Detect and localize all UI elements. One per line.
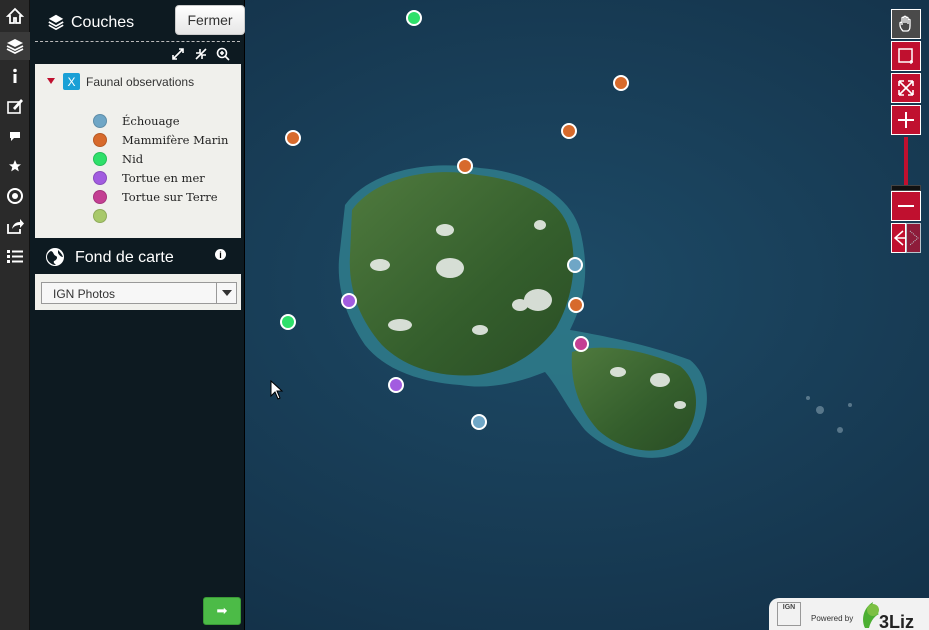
legend-label: Échouage (122, 114, 180, 128)
map-marker[interactable] (388, 377, 404, 393)
list-icon[interactable] (0, 242, 30, 270)
legend-item: Nid (93, 150, 143, 168)
basemap-header: Fond de carte i (35, 242, 241, 272)
map-marker[interactable] (568, 297, 584, 313)
map-marker[interactable] (573, 336, 589, 352)
home-icon[interactable] (0, 2, 30, 30)
layers-panel: Couches Fermer X Faunal observations Éch… (30, 0, 245, 630)
legend-label: Nid (122, 152, 144, 166)
legend-swatch-icon (93, 152, 107, 166)
close-button[interactable]: Fermer (175, 5, 245, 35)
star-icon[interactable] (0, 152, 30, 180)
share-icon[interactable] (0, 212, 30, 240)
layers-panel-header: Couches Fermer (35, 0, 245, 42)
ign-logo: IGN (777, 602, 801, 626)
info-icon[interactable]: i (215, 249, 226, 260)
layer-tree: X Faunal observations Échouage Mammifère … (35, 64, 241, 238)
full-extent-icon (898, 80, 914, 96)
layers-icon (48, 14, 64, 31)
layer-name[interactable]: Faunal observations (86, 75, 194, 89)
comment-icon[interactable] (0, 122, 30, 150)
hand-icon (899, 15, 911, 32)
collapse-all-icon[interactable] (193, 46, 209, 62)
legend-item: Tortue sur Terre (93, 188, 218, 206)
zoom-in-button[interactable] (891, 105, 921, 135)
arrow-right-icon (909, 230, 919, 246)
info-icon[interactable] (0, 62, 30, 90)
map-marker[interactable] (406, 10, 422, 26)
layers-panel-title: Couches (71, 14, 135, 31)
map-marker[interactable] (613, 75, 629, 91)
legend-item: Tortue en mer (93, 169, 205, 187)
layers-icon[interactable] (0, 32, 30, 60)
map-marker[interactable] (561, 123, 577, 139)
globe-icon (46, 248, 64, 266)
legend-item: Échouage (93, 112, 180, 130)
3liz-brand-text: 3Liz (879, 612, 914, 630)
tree-toolbar (35, 44, 240, 64)
legend-swatch-icon (93, 209, 107, 223)
legend-swatch-icon (93, 171, 107, 185)
basemap-selected-value: IGN Photos (53, 287, 116, 301)
map-marker[interactable] (457, 158, 473, 174)
legend-item: Mammifère Marin (93, 131, 228, 149)
pan-button[interactable] (891, 9, 921, 39)
zoom-slider-track[interactable] (904, 137, 908, 187)
legend-label: Tortue sur Terre (122, 190, 218, 204)
next-view-button[interactable] (906, 223, 921, 253)
basemap-title: Fond de carte (75, 249, 174, 266)
plus-icon (898, 112, 914, 128)
zoom-box-button[interactable] (891, 41, 921, 71)
attribution: IGN Powered by 3Liz (769, 598, 929, 630)
legend-swatch-icon (93, 190, 107, 204)
locate-icon[interactable] (0, 182, 30, 210)
map-marker[interactable] (341, 293, 357, 309)
legend-label: Mammifère Marin (122, 133, 229, 147)
left-icon-bar (0, 0, 30, 630)
basemap-box: IGN Photos (35, 274, 241, 310)
legend-item (93, 207, 122, 225)
legend-swatch-icon (93, 114, 107, 128)
go-button[interactable]: ➡ (203, 597, 241, 625)
basemap-select[interactable]: IGN Photos (41, 282, 237, 304)
layer-visibility-checkbox[interactable]: X (63, 73, 80, 90)
zoom-fullextent-button[interactable] (891, 73, 921, 103)
arrow-left-icon (893, 230, 905, 246)
dropdown-arrow-icon[interactable] (216, 283, 236, 303)
zoom-to-layer-icon[interactable] (215, 46, 231, 62)
zoom-box-icon (898, 48, 913, 64)
collapse-triangle-icon[interactable] (47, 77, 55, 85)
edit-icon[interactable] (0, 92, 30, 120)
powered-by-text: Powered by (811, 614, 854, 623)
previous-view-button[interactable] (891, 223, 906, 253)
legend-swatch-icon (93, 133, 107, 147)
mouse-cursor-icon (270, 380, 284, 400)
map-marker[interactable] (285, 130, 301, 146)
zoom-out-button[interactable] (891, 191, 921, 221)
map-marker[interactable] (280, 314, 296, 330)
expand-all-icon[interactable] (170, 46, 186, 62)
minus-icon (898, 205, 914, 207)
legend-label: Tortue en mer (122, 171, 205, 185)
3liz-logo[interactable]: 3Liz (857, 598, 927, 630)
map-marker[interactable] (567, 257, 583, 273)
map-marker[interactable] (471, 414, 487, 430)
